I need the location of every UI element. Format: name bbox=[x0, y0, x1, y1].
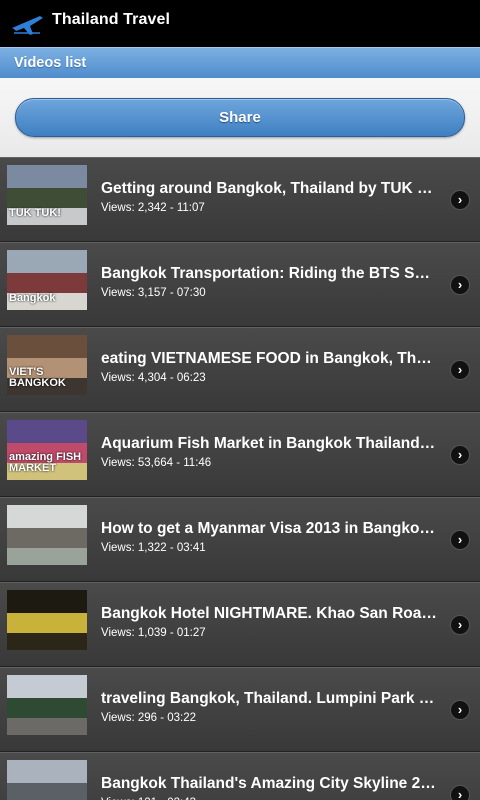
share-bar: Share bbox=[0, 78, 480, 157]
video-meta: Views: 1,322 - 03:41 bbox=[101, 542, 206, 554]
video-title: Getting around Bangkok, Thailand by TUK … bbox=[101, 180, 433, 197]
video-title: How to get a Myanmar Visa 2013 in Bangko… bbox=[101, 520, 435, 537]
video-title: eating VIETNAMESE FOOD in Bangkok, Th… bbox=[101, 350, 432, 367]
video-list-item[interactable]: How to get a Myanmar Visa 2013 in Bangko… bbox=[0, 497, 480, 582]
chevron-right-icon[interactable]: › bbox=[451, 531, 469, 549]
chevron-right-icon[interactable]: › bbox=[451, 786, 469, 800]
video-list-item[interactable]: Bangkok Hotel NIGHTMARE. Khao San Roa… Vi… bbox=[0, 582, 480, 667]
video-title: Bangkok Thailand's Amazing City Skyline … bbox=[101, 775, 436, 792]
video-list: TUK TUK! Getting around Bangkok, Thailand… bbox=[0, 157, 480, 800]
thumbnail-caption: VIET'S BANGKOK bbox=[9, 366, 66, 389]
airplane-icon bbox=[12, 16, 43, 35]
video-thumbnail: Bangkok bbox=[7, 250, 87, 310]
thumbnail-caption: amazing FISH MARKET bbox=[9, 451, 82, 474]
video-thumbnail bbox=[7, 505, 87, 565]
video-thumbnail bbox=[7, 590, 87, 650]
video-title: Aquarium Fish Market in Bangkok Thailand… bbox=[101, 435, 436, 452]
video-meta: Views: 2,342 - 11:07 bbox=[101, 202, 205, 214]
chevron-right-icon[interactable]: › bbox=[451, 361, 469, 379]
share-button[interactable]: Share bbox=[15, 98, 465, 137]
app-bar: Thailand Travel bbox=[0, 0, 480, 47]
video-list-item[interactable]: Bangkok Bangkok Transportation: Riding th… bbox=[0, 242, 480, 327]
chevron-right-icon[interactable]: › bbox=[451, 276, 469, 294]
chevron-right-icon[interactable]: › bbox=[451, 191, 469, 209]
video-title: Bangkok Transportation: Riding the BTS S… bbox=[101, 265, 430, 282]
video-list-item[interactable]: amazing FISH MARKET Aquarium Fish Market … bbox=[0, 412, 480, 497]
video-meta: Views: 4,304 - 06:23 bbox=[101, 372, 206, 384]
video-thumbnail: amazing FISH MARKET bbox=[7, 420, 87, 480]
videos-list-title: Videos list bbox=[14, 55, 87, 71]
video-list-item[interactable]: Bangkok Thailand's Amazing City Skyline … bbox=[0, 752, 480, 800]
video-thumbnail: TUK TUK! bbox=[7, 165, 87, 225]
video-thumbnail bbox=[7, 675, 87, 735]
video-list-item[interactable]: traveling Bangkok, Thailand. Lumpini Par… bbox=[0, 667, 480, 752]
video-title: Bangkok Hotel NIGHTMARE. Khao San Roa… bbox=[101, 605, 437, 622]
videos-list-header: Videos list bbox=[0, 47, 480, 78]
video-meta: Views: 53,664 - 11:46 bbox=[101, 457, 212, 469]
thumbnail-caption: TUK TUK! bbox=[9, 207, 61, 219]
video-thumbnail bbox=[7, 760, 87, 800]
app-title: Thailand Travel bbox=[52, 11, 170, 28]
chevron-right-icon[interactable]: › bbox=[451, 616, 469, 634]
video-list-item[interactable]: TUK TUK! Getting around Bangkok, Thailand… bbox=[0, 157, 480, 242]
video-meta: Views: 1,039 - 01:27 bbox=[101, 627, 206, 639]
video-title: traveling Bangkok, Thailand. Lumpini Par… bbox=[101, 690, 435, 707]
thumbnail-caption: Bangkok bbox=[9, 292, 56, 304]
video-meta: Views: 296 - 03:22 bbox=[101, 712, 197, 724]
chevron-right-icon[interactable]: › bbox=[451, 446, 469, 464]
video-list-item[interactable]: VIET'S BANGKOK eating VIETNAMESE FOOD in … bbox=[0, 327, 480, 412]
chevron-right-icon[interactable]: › bbox=[451, 701, 469, 719]
video-meta: Views: 3,157 - 07:30 bbox=[101, 287, 206, 299]
video-thumbnail: VIET'S BANGKOK bbox=[7, 335, 87, 395]
